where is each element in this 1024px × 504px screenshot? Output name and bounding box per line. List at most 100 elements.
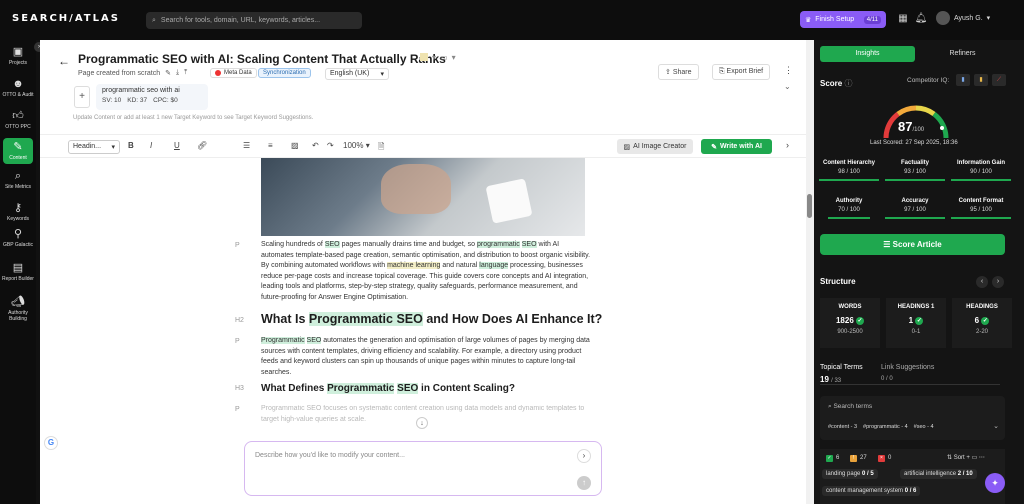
heading-2[interactable]: What Is Programmatic SEO and How Does AI… xyxy=(261,312,602,326)
double-chevron-down-icon[interactable]: ⌄ xyxy=(784,82,791,91)
term-chip[interactable]: #seo - 4 xyxy=(914,424,934,430)
apps-icon[interactable]: ▦ xyxy=(896,12,910,26)
doc-icon[interactable]: ▭ xyxy=(972,455,978,461)
editor-content[interactable]: P Scaling hundreds of SEO pages manually… xyxy=(40,158,814,504)
global-search[interactable]: ⌕ Search for tools, domain, URL, keyword… xyxy=(146,12,362,29)
nav-item-gbp-galactic[interactable]: ⚲ GBP Galactic xyxy=(0,228,36,248)
logo[interactable]: SEARCH/ATLAS xyxy=(12,13,120,24)
nav-item-site-metrics[interactable]: ⌕ Site Metrics xyxy=(0,170,36,190)
divider xyxy=(820,384,1000,385)
scroll-thumb[interactable] xyxy=(807,194,812,218)
heading-3[interactable]: What Defines Programmatic SEO in Content… xyxy=(261,383,515,394)
chevron-left-icon[interactable]: ‹ xyxy=(976,276,988,288)
check-filter-icon[interactable]: ✓ xyxy=(826,455,833,462)
editor-scrollbar[interactable] xyxy=(806,40,814,504)
last-scored: Last Scored: 27 Sep 2025, 18:36 xyxy=(870,140,958,146)
bell-icon[interactable]: 🔔︎ xyxy=(914,12,928,26)
terms-search-input[interactable]: ⌕ Search terms xyxy=(828,403,872,411)
more-icon[interactable]: ⋯ xyxy=(979,455,985,461)
block-tag: H3 xyxy=(235,385,244,392)
megaphone-icon: 📣︎ xyxy=(11,296,25,308)
chevron-right-icon[interactable]: › xyxy=(992,276,1004,288)
paragraph-2[interactable]: Programmatic SEO automates the generatio… xyxy=(261,336,591,378)
info-icon[interactable]: ⓘ xyxy=(844,79,852,88)
nav-item-report-builder[interactable]: ▤ Report Builder xyxy=(0,262,36,282)
send-arrow-icon[interactable]: ↑ xyxy=(577,476,591,490)
export-brief-button[interactable]: ⎘ Export Brief xyxy=(712,64,771,80)
tab-insights[interactable]: Insights xyxy=(820,46,915,62)
folder-icon[interactable]: ▭ xyxy=(440,53,448,62)
nav-item-otto-audit[interactable]: ☻ OTTO & Audit xyxy=(0,78,36,98)
warning-filter-icon[interactable]: ! xyxy=(850,455,857,462)
metric-value: 97 / 100 xyxy=(904,207,926,213)
undo-icon[interactable]: ↶ xyxy=(312,141,319,150)
list-icon: ☰ xyxy=(883,240,893,249)
chevron-down-icon[interactable]: ▾ xyxy=(432,53,436,62)
export-label: Export Brief xyxy=(726,68,764,75)
term-chip[interactable]: #content - 3 xyxy=(828,424,857,430)
search-placeholder: Search for tools, domain, URL, keywords,… xyxy=(160,17,321,24)
competitor-icon[interactable]: ▮ xyxy=(974,74,988,86)
heading-select[interactable]: Headin... ▾ xyxy=(68,140,120,154)
document-icon[interactable]: 🗎 xyxy=(378,141,384,155)
topical-term[interactable]: landing page 0 / 5 xyxy=(822,469,878,479)
add-icon[interactable]: + xyxy=(966,455,970,461)
chevron-right-icon[interactable]: › xyxy=(786,140,789,150)
google-icon[interactable]: G xyxy=(44,436,58,450)
meta-data-button[interactable]: Meta Data xyxy=(210,68,257,78)
error-filter-icon[interactable]: × xyxy=(878,455,885,462)
zoom-select[interactable]: 100% ▾ xyxy=(343,141,370,150)
paragraph-1[interactable]: Scaling hundreds of SEO pages manually d… xyxy=(261,240,591,303)
add-keyword-button[interactable]: + xyxy=(74,86,90,108)
write-with-ai-button[interactable]: ✎ Write with AI xyxy=(701,139,772,154)
finish-setup-button[interactable]: ♛ Finish Setup 4/11 xyxy=(800,11,886,28)
tab-link-suggestions[interactable]: Link Suggestions xyxy=(881,364,934,371)
struct-label: WORDS xyxy=(838,304,862,310)
italic-icon[interactable]: I xyxy=(150,141,152,150)
ai-prompt-input[interactable]: Describe how you'd like to modify your c… xyxy=(244,441,602,496)
topical-term[interactable]: artificial intelligence 2 / 10 xyxy=(900,469,977,479)
ordered-list-icon[interactable]: ☰ xyxy=(243,141,250,150)
link-icon[interactable]: 🔗︎ xyxy=(197,141,207,150)
nav-item-content[interactable]: ✎ Content xyxy=(3,138,33,164)
chevron-down-icon[interactable]: ⌄ xyxy=(993,422,999,430)
share-button[interactable]: ⇪ Share xyxy=(658,64,699,80)
sort-icon: ⇅ xyxy=(947,455,954,461)
bold-icon[interactable]: B xyxy=(128,141,134,150)
bullet-list-icon[interactable]: ≡ xyxy=(268,141,273,150)
term-chip[interactable]: #programmatic - 4 xyxy=(863,424,908,430)
upload-icon[interactable]: ⤒ xyxy=(184,69,187,77)
topical-term[interactable]: content management system 0 / 6 xyxy=(822,486,921,496)
nav-item-otto-ppc[interactable]: 👍︎ OTTO PPC xyxy=(0,110,36,130)
color-swatch-icon[interactable] xyxy=(420,53,428,61)
competitor-icon[interactable]: ⟋ xyxy=(992,74,1006,86)
keyword-card[interactable]: programmatic seo with ai SV: 10 KD: 37 C… xyxy=(96,84,208,110)
download-icon[interactable]: ⤓ xyxy=(176,69,179,77)
scroll-down-button[interactable]: ↓ xyxy=(416,417,428,429)
synchronization-button[interactable]: Synchronization xyxy=(258,68,311,78)
score-article-button[interactable]: ☰ Score Article xyxy=(820,234,1005,255)
nav-item-authority-building[interactable]: 📣︎ Authority Building xyxy=(0,296,36,322)
ai-image-creator-button[interactable]: ▨ AI Image Creator xyxy=(617,139,693,154)
nav-item-projects[interactable]: ▣ Projects xyxy=(0,46,36,66)
chevron-down-icon[interactable]: ▾ xyxy=(452,53,456,62)
underline-icon[interactable]: U xyxy=(174,141,180,150)
finish-setup-count: 4/11 xyxy=(863,15,881,24)
sort-button[interactable]: ⇅ Sort + ▭ ⋯ xyxy=(947,454,985,461)
metric-accuracy: Accuracy 97 / 100 xyxy=(884,198,946,219)
redo-icon[interactable]: ↷ xyxy=(327,141,334,150)
competitor-icon[interactable]: ▮ xyxy=(956,74,970,86)
nav-item-keywords[interactable]: ⚷ Keywords xyxy=(0,202,36,222)
edit-icon[interactable]: ✎ xyxy=(165,69,171,77)
image-icon[interactable]: ▨ xyxy=(291,141,299,150)
tab-topical-terms[interactable]: Topical Terms xyxy=(820,364,863,371)
language-select[interactable]: English (UK) ▾ xyxy=(325,68,389,80)
chat-icon[interactable]: ✦ xyxy=(985,473,1005,493)
chevron-right-icon[interactable]: › xyxy=(577,449,591,463)
nav-label: GBP Galactic xyxy=(3,242,33,248)
more-vertical-icon[interactable]: ⋮ xyxy=(784,65,793,76)
back-arrow-icon[interactable]: ← xyxy=(58,54,70,68)
tab-refiners[interactable]: Refiners xyxy=(915,46,1010,62)
user-menu[interactable]: Ayush G. ▾ xyxy=(936,11,990,25)
page-title: Programmatic SEO with AI: Scaling Conten… xyxy=(78,52,446,66)
